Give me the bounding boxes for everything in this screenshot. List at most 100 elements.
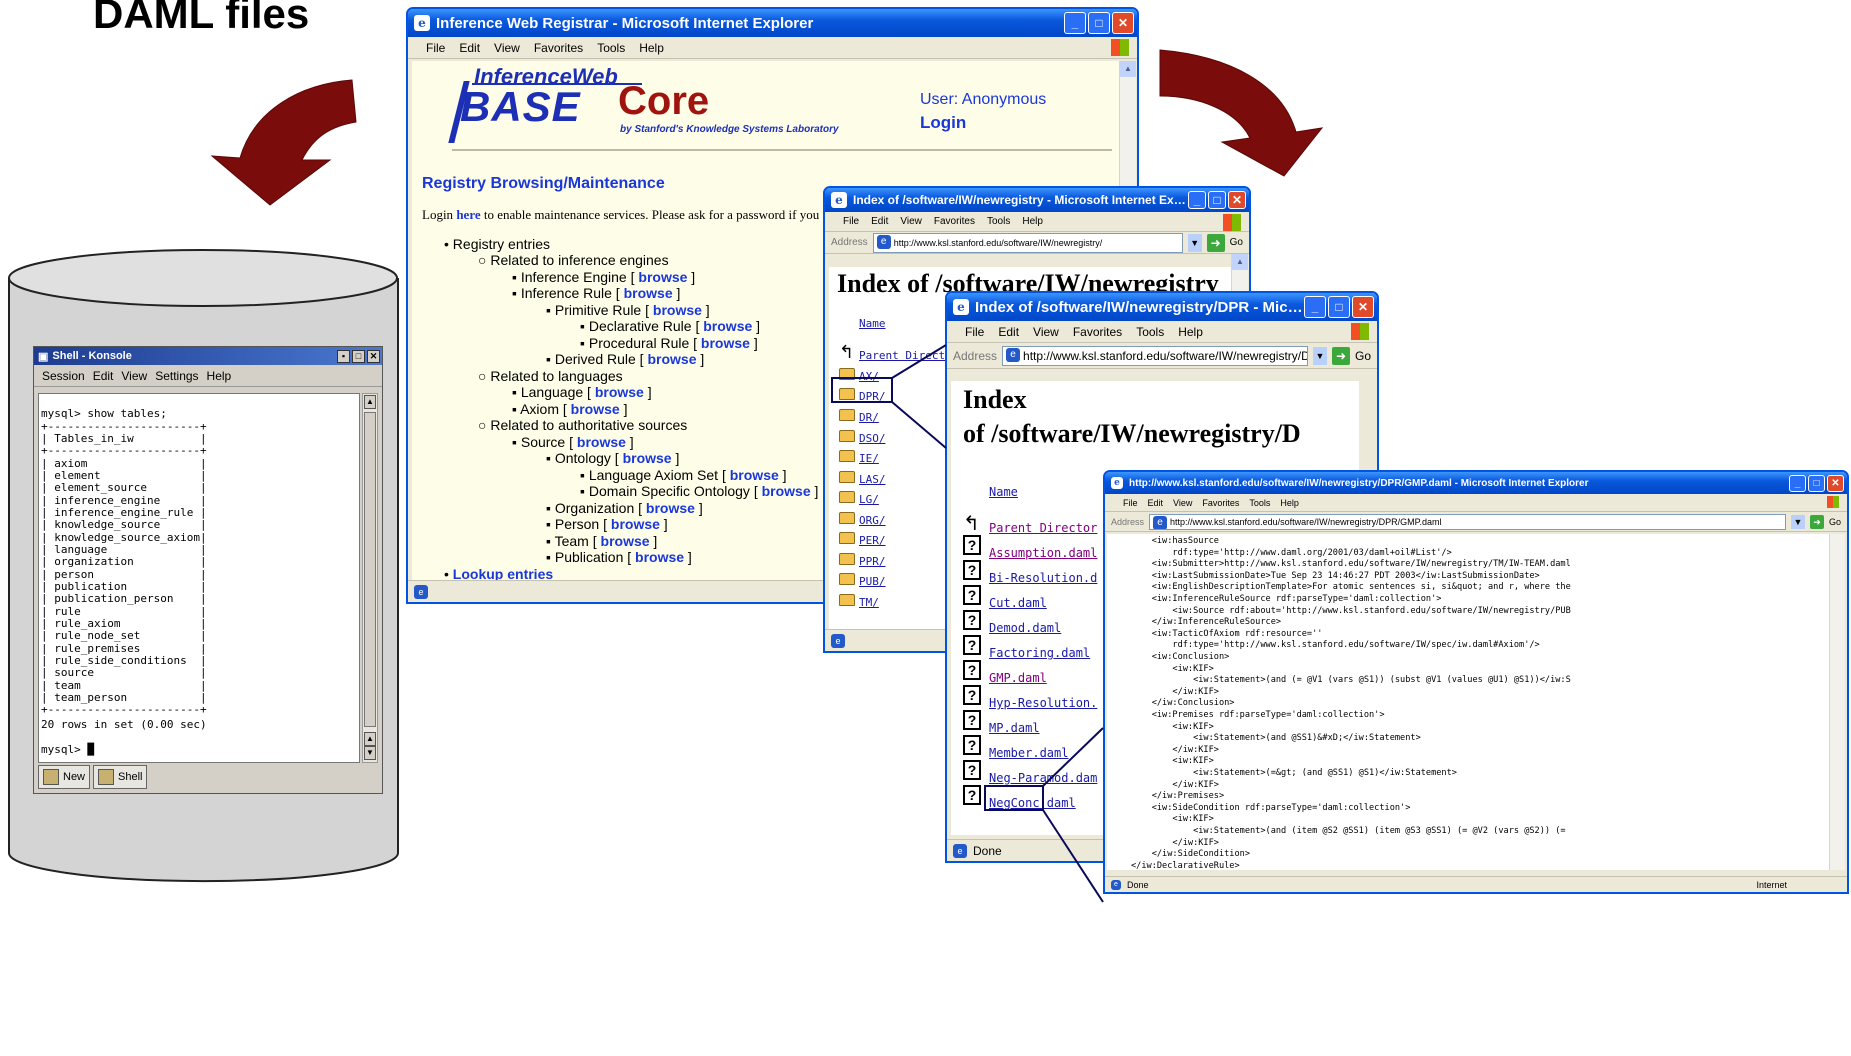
maximize-button[interactable]: □: [1088, 12, 1110, 34]
address-input[interactable]: http://www.ksl.stanford.edu/software/IW/…: [1002, 345, 1308, 366]
close-button[interactable]: ✕: [1112, 12, 1134, 34]
browse-link[interactable]: browse: [701, 335, 750, 351]
here-link[interactable]: here: [456, 207, 480, 222]
go-arrow-icon[interactable]: ➜: [1331, 346, 1350, 365]
browse-link[interactable]: browse: [730, 467, 779, 483]
menu-view[interactable]: View: [121, 369, 147, 383]
folder-link[interactable]: LG/: [859, 493, 879, 506]
menu-view[interactable]: View: [900, 216, 922, 227]
close-button[interactable]: ✕: [1352, 296, 1374, 318]
parent-directory-link[interactable]: Parent Directo: [859, 349, 952, 362]
konsole-title-bar[interactable]: ▣ Shell - Konsole ▪ □ ✕: [34, 347, 382, 365]
menu-tools[interactable]: Tools: [987, 216, 1010, 227]
menu-edit[interactable]: Edit: [459, 41, 480, 55]
menu-settings[interactable]: Settings: [155, 369, 198, 383]
browse-link[interactable]: browse: [623, 450, 672, 466]
browse-link[interactable]: browse: [646, 500, 695, 516]
menu-tools[interactable]: Tools: [1249, 498, 1270, 508]
shell-tab[interactable]: Shell: [93, 765, 148, 789]
title-bar[interactable]: e Index of /software/IW/newregistry - Mi…: [825, 188, 1249, 212]
menu-view[interactable]: View: [1173, 498, 1192, 508]
menu-tools[interactable]: Tools: [1136, 325, 1164, 339]
menu-view[interactable]: View: [494, 41, 520, 55]
browse-link[interactable]: browse: [577, 434, 626, 450]
menu-help[interactable]: Help: [207, 369, 232, 383]
folder-link[interactable]: DPR/: [859, 390, 886, 403]
file-link[interactable]: Neg-Paramod.dam: [989, 771, 1097, 785]
menu-favorites[interactable]: Favorites: [1202, 498, 1239, 508]
menu-edit[interactable]: Edit: [93, 369, 114, 383]
file-link[interactable]: Member.daml: [989, 746, 1068, 760]
minimize-button[interactable]: _: [1188, 191, 1206, 209]
folder-link[interactable]: TM/: [859, 596, 879, 609]
file-link[interactable]: NegConc.daml: [989, 796, 1076, 810]
scroll-up-icon[interactable]: ▲: [364, 395, 376, 409]
title-bar[interactable]: e http://www.ksl.stanford.edu/software/I…: [1105, 472, 1847, 494]
browse-link[interactable]: browse: [595, 384, 644, 400]
dropdown-icon[interactable]: ▼: [1790, 514, 1805, 529]
menu-file[interactable]: File: [426, 41, 445, 55]
scroll-down-icon[interactable]: ▼: [364, 746, 376, 760]
scroll-up-icon[interactable]: ▲: [1232, 254, 1248, 270]
browse-link[interactable]: browse: [611, 516, 660, 532]
scroll-up-icon[interactable]: ▲: [1120, 61, 1136, 77]
dropdown-icon[interactable]: ▼: [1187, 233, 1202, 252]
folder-link[interactable]: DR/: [859, 411, 879, 424]
maximize-button[interactable]: □: [1208, 191, 1226, 209]
menu-file[interactable]: File: [1123, 498, 1138, 508]
menu-favorites[interactable]: Favorites: [534, 41, 583, 55]
browse-link[interactable]: browse: [624, 285, 673, 301]
file-link[interactable]: Demod.daml: [989, 621, 1061, 635]
menu-favorites[interactable]: Favorites: [934, 216, 975, 227]
close-button[interactable]: ✕: [1228, 191, 1246, 209]
menu-edit[interactable]: Edit: [998, 325, 1019, 339]
go-arrow-icon[interactable]: ➜: [1206, 233, 1225, 252]
folder-link[interactable]: ORG/: [859, 514, 886, 527]
folder-link[interactable]: PPR/: [859, 555, 886, 568]
go-arrow-icon[interactable]: ➜: [1809, 514, 1824, 529]
scroll-up-icon[interactable]: ▲: [364, 732, 376, 746]
browse-link[interactable]: browse: [703, 318, 752, 334]
close-button[interactable]: ✕: [367, 349, 380, 363]
folder-link[interactable]: PER/: [859, 534, 886, 547]
menu-edit[interactable]: Edit: [871, 216, 888, 227]
browse-link[interactable]: browse: [638, 269, 687, 285]
close-button[interactable]: ✕: [1827, 474, 1844, 492]
menu-file[interactable]: File: [965, 325, 984, 339]
go-button[interactable]: Go: [1355, 349, 1371, 363]
menu-tools[interactable]: Tools: [597, 41, 625, 55]
browse-link[interactable]: browse: [571, 401, 620, 417]
browse-link[interactable]: browse: [762, 483, 811, 499]
title-bar[interactable]: e Inference Web Registrar - Microsoft In…: [408, 9, 1137, 37]
folder-link[interactable]: IE/: [859, 452, 879, 465]
address-input[interactable]: http://www.ksl.stanford.edu/software/IW/…: [1149, 513, 1786, 530]
folder-link[interactable]: AX/: [859, 370, 879, 383]
menu-help[interactable]: Help: [1178, 325, 1203, 339]
browse-link[interactable]: browse: [653, 302, 702, 318]
browse-link[interactable]: browse: [601, 533, 650, 549]
name-column-header[interactable]: Name: [989, 485, 1018, 499]
terminal-scrollbar[interactable]: ▲ ▲ ▼: [362, 393, 378, 763]
login-link[interactable]: Login: [920, 113, 966, 133]
menu-favorites[interactable]: Favorites: [1073, 325, 1122, 339]
minimize-button[interactable]: ▪: [337, 349, 350, 363]
go-button[interactable]: Go: [1829, 517, 1841, 527]
address-input[interactable]: http://www.ksl.stanford.edu/software/IW/…: [872, 232, 1183, 253]
folder-link[interactable]: LAS/: [859, 473, 886, 486]
menu-session[interactable]: Session: [42, 369, 85, 383]
maximize-button[interactable]: □: [1808, 474, 1825, 492]
folder-link[interactable]: DSO/: [859, 432, 886, 445]
folder-link[interactable]: PUB/: [859, 575, 886, 588]
menu-help[interactable]: Help: [639, 41, 664, 55]
menu-help[interactable]: Help: [1022, 216, 1043, 227]
maximize-button[interactable]: □: [1328, 296, 1350, 318]
file-link[interactable]: GMP.daml: [989, 671, 1047, 685]
dropdown-icon[interactable]: ▼: [1312, 346, 1327, 365]
menu-file[interactable]: File: [843, 216, 859, 227]
name-column-header[interactable]: Name: [859, 317, 886, 330]
terminal-output[interactable]: mysql> show tables; +-------------------…: [38, 393, 360, 763]
parent-directory-link[interactable]: Parent Director: [989, 521, 1097, 535]
title-bar[interactable]: e Index of /software/IW/newregistry/DPR …: [947, 293, 1377, 321]
new-session-button[interactable]: New: [38, 765, 91, 789]
scrollbar-thumb[interactable]: [364, 412, 376, 727]
